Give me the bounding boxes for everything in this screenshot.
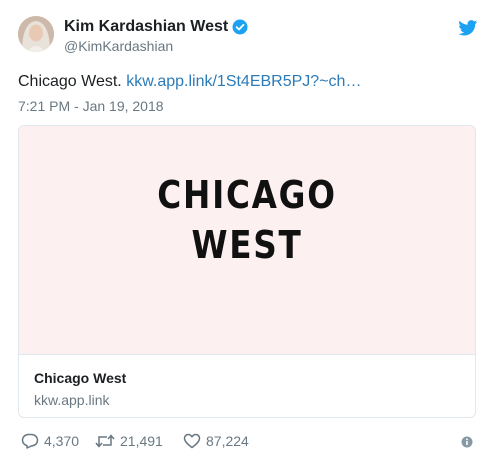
tweet-link[interactable]: kkw.app.link/1St4EBR5PJ?~ch… bbox=[126, 73, 361, 90]
reply-count: 4,370 bbox=[44, 433, 80, 449]
avatar-image bbox=[18, 16, 54, 52]
tweet-header: Kim Kardashian West @KimKardashian bbox=[18, 16, 478, 58]
like-button[interactable]: 87,224 bbox=[183, 432, 249, 450]
user-handle: @KimKardashian bbox=[64, 38, 174, 54]
card-image-line-2: WEST bbox=[191, 223, 303, 267]
card-title: Chicago West bbox=[34, 370, 127, 386]
tweet-embed: Kim Kardashian West @KimKardashian Chica… bbox=[0, 0, 495, 464]
link-card[interactable]: CHICAGO WEST Chicago West kkw.app.link bbox=[18, 125, 476, 418]
card-domain: kkw.app.link bbox=[34, 392, 110, 408]
verified-badge-icon bbox=[232, 19, 248, 35]
card-image-text: CHICAGO WEST bbox=[51, 170, 443, 270]
tweet-actions: 4,370 21,491 87,224 bbox=[18, 432, 478, 452]
retweet-count: 21,491 bbox=[120, 433, 163, 449]
avatar[interactable] bbox=[18, 16, 54, 52]
tweet-text: Chicago West. kkw.app.link/1St4EBR5PJ?~c… bbox=[18, 72, 361, 92]
retweet-icon bbox=[95, 433, 115, 449]
heart-icon bbox=[183, 433, 201, 449]
retweet-button[interactable]: 21,491 bbox=[95, 432, 163, 450]
reply-icon bbox=[21, 433, 39, 449]
info-icon[interactable] bbox=[461, 435, 473, 448]
tweet-body: Chicago West. bbox=[18, 73, 122, 90]
tweet-timestamp[interactable]: 7:21 PM - Jan 19, 2018 bbox=[18, 98, 164, 114]
card-image-line-1: CHICAGO bbox=[157, 173, 337, 217]
twitter-bird-icon[interactable] bbox=[458, 20, 478, 36]
card-image: CHICAGO WEST bbox=[19, 126, 475, 355]
like-count: 87,224 bbox=[206, 433, 249, 449]
display-name-row: Kim Kardashian West bbox=[64, 18, 248, 36]
reply-button[interactable]: 4,370 bbox=[21, 432, 79, 450]
display-name: Kim Kardashian West bbox=[64, 18, 229, 35]
author-names[interactable]: Kim Kardashian West @KimKardashian bbox=[64, 18, 248, 55]
